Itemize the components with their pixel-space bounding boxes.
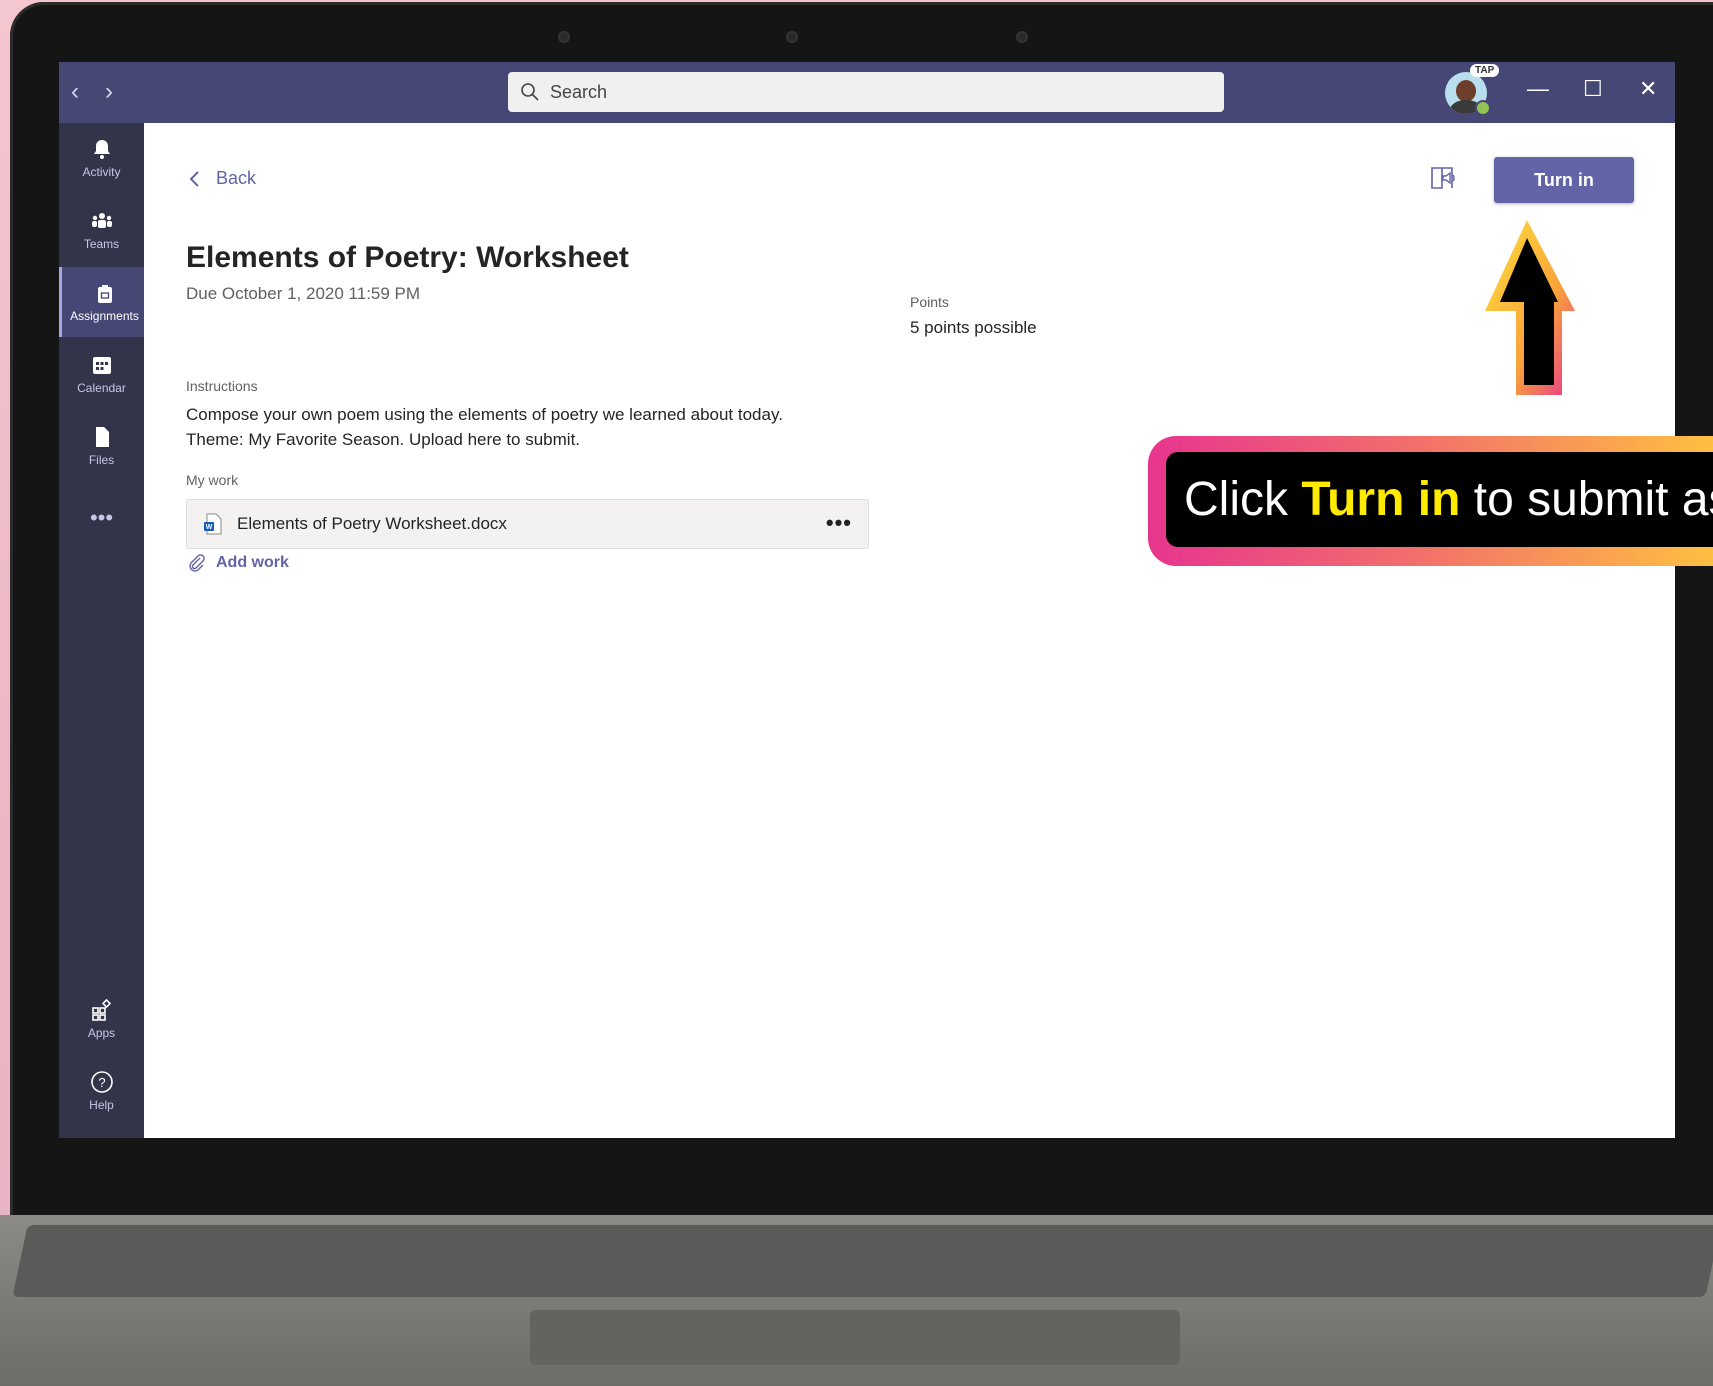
sidebar-item-help[interactable]: ? Help <box>59 1056 144 1126</box>
points-value: 5 points possible <box>910 318 1037 337</box>
bezel-sensor <box>1016 31 1028 43</box>
user-badge: TAP <box>1470 64 1500 77</box>
chevron-left-icon <box>189 170 199 187</box>
instructions-line-1: Compose your own poem using the elements… <box>186 405 783 424</box>
assignment-title: Elements of Poetry: Worksheet <box>186 241 629 274</box>
apps-icon <box>91 998 111 1021</box>
search-input[interactable]: Search <box>508 72 1224 112</box>
callout-prefix: Click <box>1184 473 1302 526</box>
back-link[interactable]: Back <box>186 168 256 189</box>
search-icon <box>521 83 539 101</box>
webcam <box>786 31 798 43</box>
minimize-icon[interactable]: — <box>1527 76 1549 102</box>
sidebar-item-label: Teams <box>83 237 120 251</box>
app-sidebar: Activity Teams Assignments Calendar File… <box>59 123 147 1138</box>
presence-status-icon <box>1475 100 1491 116</box>
instruction-callout-text: Click Turn in to submit as <box>1166 452 1713 547</box>
add-work-button[interactable]: Add work <box>186 553 289 573</box>
more-apps-button[interactable]: ••• <box>59 483 144 553</box>
title-bar: ‹ › Search TAP — ☐ ✕ <box>59 62 1675 123</box>
forward-arrow-icon[interactable]: › <box>105 80 113 104</box>
sidebar-item-activity[interactable]: Activity <box>59 123 144 193</box>
sidebar-item-calendar[interactable]: Calendar <box>59 339 144 409</box>
add-work-label: Add work <box>216 554 289 571</box>
callout-highlight: Turn in <box>1301 473 1461 526</box>
search-placeholder: Search <box>550 81 608 102</box>
more-icon: ••• <box>89 505 114 530</box>
bell-icon <box>93 140 110 159</box>
sidebar-item-label: Help <box>89 1098 114 1112</box>
sidebar-item-assignments[interactable]: Assignments <box>59 267 147 337</box>
attached-file[interactable]: W Elements of Poetry Worksheet.docx ••• <box>186 499 869 549</box>
sidebar-item-teams[interactable]: Teams <box>59 195 144 265</box>
due-date: Due October 1, 2020 11:59 PM <box>186 284 421 303</box>
sidebar-item-label: Apps <box>87 1026 116 1040</box>
word-doc-icon: W <box>204 513 222 535</box>
backpack-icon <box>97 285 112 303</box>
my-work-label: My work <box>186 472 239 488</box>
svg-text:?: ? <box>98 1075 105 1090</box>
callout-suffix: to submit as <box>1460 473 1713 526</box>
instructions-label: Instructions <box>186 378 258 394</box>
svg-text:W: W <box>206 524 213 531</box>
calendar-icon <box>92 357 111 374</box>
arrow-up-icon <box>1485 220 1575 395</box>
close-icon[interactable]: ✕ <box>1639 76 1657 102</box>
file-icon <box>95 427 109 447</box>
points-label: Points <box>910 294 949 310</box>
sidebar-item-label: Calendar <box>77 381 126 395</box>
help-icon: ? <box>90 1071 113 1093</box>
assignment-detail: Back Elements of Poetry: Worksheet Due O… <box>144 123 1675 1138</box>
back-label: Back <box>216 168 257 188</box>
bezel-sensor <box>558 31 570 43</box>
immersive-reader-icon[interactable] <box>1429 163 1459 193</box>
sidebar-item-label: Activity <box>82 165 121 179</box>
more-options-icon[interactable]: ••• <box>826 510 852 536</box>
sidebar-item-files[interactable]: Files <box>59 411 144 481</box>
sidebar-item-label: Files <box>88 453 115 467</box>
sidebar-item-label: Assignments <box>70 309 139 323</box>
back-arrow-icon[interactable]: ‹ <box>71 80 79 104</box>
turn-in-button[interactable]: Turn in <box>1494 157 1634 203</box>
keyboard <box>12 1225 1713 1297</box>
paperclip-icon <box>189 554 205 572</box>
teams-window: ‹ › Search TAP — ☐ ✕ Activity Teams Assi… <box>59 62 1675 1138</box>
file-name: Elements of Poetry Worksheet.docx <box>237 514 507 533</box>
teams-icon <box>91 213 112 228</box>
maximize-icon[interactable]: ☐ <box>1583 76 1603 102</box>
sidebar-item-apps[interactable]: Apps <box>59 984 144 1054</box>
instructions-line-2: Theme: My Favorite Season. Upload here t… <box>186 430 581 449</box>
trackpad <box>530 1310 1180 1365</box>
